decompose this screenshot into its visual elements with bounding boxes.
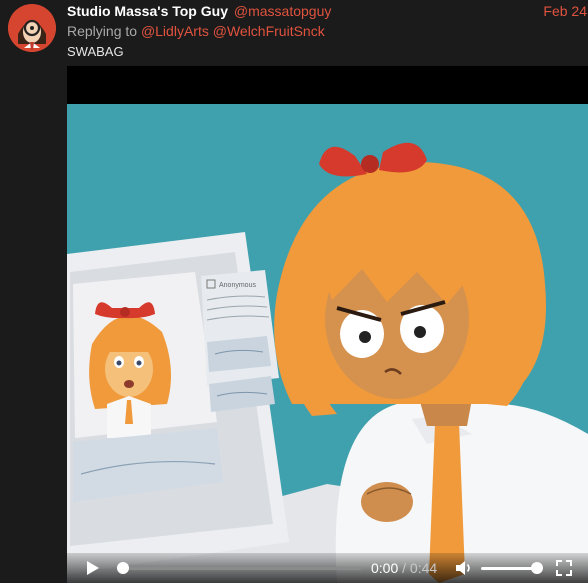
current-time: 0:00 [371,560,399,576]
play-icon[interactable] [83,559,101,577]
replying-to-label: Replying to [67,23,138,39]
video-frame: Anonymous [67,104,588,583]
progress-handle[interactable] [117,562,129,574]
fullscreen-icon[interactable] [556,560,572,576]
video-controls: 0:00 / 0:44 [67,553,588,583]
mention-link[interactable]: @LidlyArts [141,23,209,39]
time-display: 0:00 / 0:44 [371,560,437,576]
time-separator: / [402,560,407,576]
screen-label: Anonymous [219,282,256,289]
avatar[interactable] [8,4,56,52]
volume-icon[interactable] [455,560,473,576]
display-name[interactable]: Studio Massa's Top Guy [67,3,228,19]
duration: 0:44 [409,560,438,576]
tweet: Studio Massa's Top Guy @massatopguy Feb … [0,0,588,583]
avatar-icon [8,4,56,52]
volume-slider[interactable] [481,567,537,570]
video-player[interactable]: Anonymous 0:00 / 0:44 [67,66,588,583]
tweet-date[interactable]: Feb 24 [543,3,587,19]
tweet-text: SWABAG [67,44,124,59]
tweet-header: Studio Massa's Top Guy @massatopguy [67,3,588,23]
user-handle[interactable]: @massatopguy [234,3,331,19]
volume-handle[interactable] [530,562,543,574]
mention-link[interactable]: @WelchFruitSnck [213,23,325,39]
progress-bar[interactable] [119,567,361,570]
replying-to: Replying to @LidlyArts @WelchFruitSnck [67,23,325,39]
